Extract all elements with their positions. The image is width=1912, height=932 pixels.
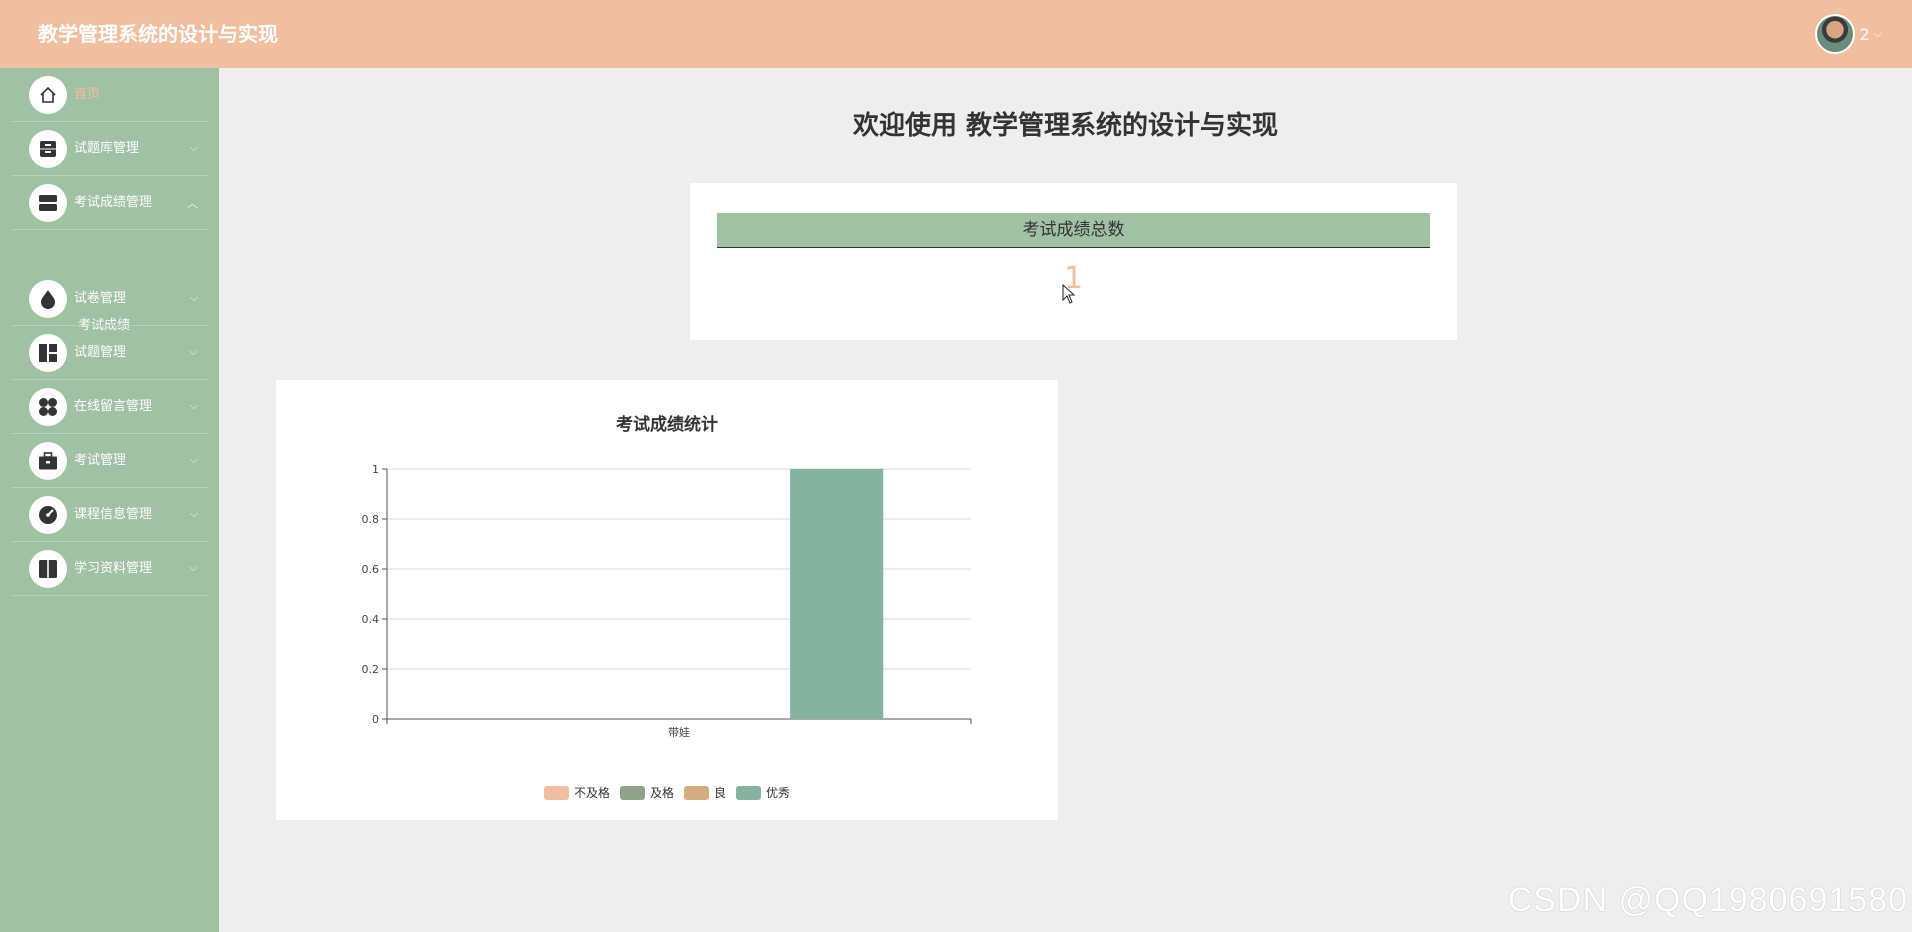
stat-card-exam-total: 考试成绩总数 1 xyxy=(690,183,1457,340)
sidebar-item-label: 考试成绩管理 xyxy=(74,195,153,210)
page-title: 欢迎使用 教学管理系统的设计与实现 xyxy=(852,111,1279,141)
y-tick-label: 0.4 xyxy=(362,613,380,626)
legend-swatch xyxy=(543,785,569,800)
clover-icon xyxy=(29,388,67,426)
sidebar-item-messages[interactable]: 在线留言管理 ⌵ xyxy=(12,380,208,434)
layout-icon xyxy=(29,334,67,372)
legend-label: 及格 xyxy=(649,786,674,800)
book-icon xyxy=(29,550,67,588)
y-tick-label: 0.8 xyxy=(362,513,380,526)
bar-chart: 0 0.2 0.4 0.6 0.8 1 带娃 xyxy=(362,463,972,739)
top-bar: 教学管理系统的设计与实现 2 ⌵ xyxy=(0,0,1912,68)
legend-item[interactable]: 及格 xyxy=(619,784,674,801)
mouse-cursor-icon xyxy=(1062,284,1076,304)
sidebar-item-materials[interactable]: 学习资料管理 ⌵ xyxy=(12,542,208,596)
sidebar-item-label: 在线留言管理 xyxy=(74,399,153,414)
legend-label: 良 xyxy=(714,786,727,800)
layers-icon xyxy=(29,184,67,222)
y-tick-label: 1 xyxy=(372,463,379,476)
watermark: CSDN @QQ1980691580 xyxy=(1507,881,1908,919)
sidebar-item-label: 课程信息管理 xyxy=(74,507,153,522)
x-tick-label: 带娃 xyxy=(668,726,690,739)
sidebar-item-exam-scores[interactable]: 考试成绩管理 ︿ xyxy=(12,176,208,230)
briefcase-icon xyxy=(29,442,67,480)
sidebar: 首页 试题库管理 ⌵ 考试成绩管理 ︿ 考试成绩 试卷管理 ⌵ 试题管理 ⌵ 在… xyxy=(0,68,219,932)
chevron-down-icon: ⌵ xyxy=(189,561,198,574)
chart-card: 考试成绩统计 0 0.2 0.4 0.6 0.8 1 带娃 不及格 及格良优秀 xyxy=(276,380,1058,820)
legend-item[interactable]: 良 xyxy=(684,784,726,801)
sidebar-item-paper[interactable]: 试卷管理 ⌵ xyxy=(12,272,208,326)
sidebar-item-home[interactable]: 首页 xyxy=(12,68,208,122)
y-tick-label: 0 xyxy=(372,713,379,726)
sidebar-item-courses[interactable]: 课程信息管理 ⌵ xyxy=(12,488,208,542)
sidebar-item-label: 试题管理 xyxy=(74,345,127,360)
chevron-down-icon: ⌵ xyxy=(189,141,198,154)
chevron-down-icon: ⌵ xyxy=(189,399,198,412)
chevron-down-icon: ⌵ xyxy=(189,507,198,520)
sidebar-item-label: 试卷管理 xyxy=(74,291,127,306)
legend-label: 优秀 xyxy=(766,786,791,800)
stat-label: 考试成绩总数 xyxy=(717,213,1430,248)
legend-item[interactable]: 优秀 xyxy=(736,784,790,801)
drop-icon xyxy=(29,280,67,318)
sidebar-item-label: 首页 xyxy=(74,87,101,102)
chevron-down-icon: ⌵ xyxy=(189,291,198,304)
legend-label: 不及格 xyxy=(573,786,610,800)
chevron-down-icon: ⌵ xyxy=(189,453,198,466)
y-tick-label: 0.2 xyxy=(362,663,380,676)
sidebar-item-questions[interactable]: 试题管理 ⌵ xyxy=(12,326,208,380)
user-menu[interactable]: 2 ⌵ xyxy=(1815,14,1882,54)
user-name: 2 xyxy=(1859,24,1870,44)
sidebar-item-label: 试题库管理 xyxy=(74,141,140,156)
chevron-down-icon: ⌵ xyxy=(189,345,198,358)
legend-swatch xyxy=(684,785,709,800)
sidebar-item-label: 学习资料管理 xyxy=(74,561,153,576)
drawer-icon xyxy=(29,130,67,168)
legend-swatch xyxy=(736,785,762,800)
legend-swatch xyxy=(619,785,645,800)
y-tick-label: 0.6 xyxy=(362,563,380,576)
gauge-icon xyxy=(29,496,67,534)
avatar[interactable] xyxy=(1815,14,1856,54)
sidebar-item-exams[interactable]: 考试管理 ⌵ xyxy=(12,434,208,488)
bar-优秀 xyxy=(790,469,884,719)
sidebar-item-question-bank[interactable]: 试题库管理 ⌵ xyxy=(12,122,208,176)
chevron-down-icon: ⌵ xyxy=(1873,27,1882,40)
sidebar-item-label: 考试管理 xyxy=(74,453,127,468)
chart-legend[interactable]: 不及格 及格 良 优秀 xyxy=(276,784,1058,801)
chevron-up-icon: ︿ xyxy=(187,197,198,210)
app-title: 教学管理系统的设计与实现 xyxy=(38,22,278,46)
legend-item[interactable]: 不及格 xyxy=(543,784,610,801)
home-icon xyxy=(29,76,67,114)
